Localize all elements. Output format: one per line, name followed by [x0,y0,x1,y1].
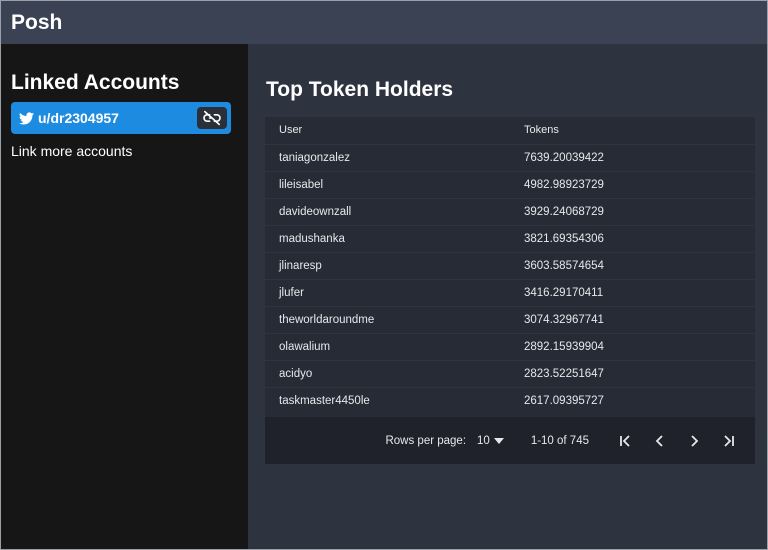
page-title: Top Token Holders [266,78,454,101]
cell-tokens: 7639.20039422 [510,143,755,171]
first-page-button[interactable] [609,424,643,458]
table-row[interactable]: jlufer 3416.29170411 [265,278,755,306]
account-info: u/dr2304957 [19,110,119,126]
token-holders-table: User Tokens taniagonzalez 7639.20039422 li… [265,117,755,414]
cell-user: taskmaster4450le [265,386,510,414]
cell-user: lileisabel [265,170,510,198]
cell-user: madushanka [265,224,510,252]
table-row[interactable]: olawalium 2892.15939904 [265,332,755,360]
unlink-account-button[interactable] [197,107,227,129]
caret-down-icon [493,437,504,444]
table-row[interactable]: acidyo 2823.52251647 [265,359,755,387]
account-username: u/dr2304957 [38,110,119,126]
rows-per-page-value: 10 [477,434,490,447]
link-more-accounts[interactable]: Link more accounts [11,143,238,159]
cell-tokens: 3821.69354306 [510,224,755,252]
cell-tokens: 2823.52251647 [510,359,755,387]
cell-tokens: 3929.24068729 [510,197,755,225]
table-row[interactable]: davideownzall 3929.24068729 [265,197,755,225]
cell-user: taniagonzalez [265,143,510,171]
table-row[interactable]: theworldaroundme 3074.32967741 [265,305,755,333]
column-header-tokens[interactable]: Tokens [510,117,755,144]
app-window: Posh Linked Accounts u/dr2304957 Link mo… [0,0,768,550]
cell-user: olawalium [265,332,510,360]
pagination-range: 1-10 of 745 [530,434,589,447]
table-row[interactable]: lileisabel 4982.98923729 [265,170,755,198]
cell-user: theworldaroundme [265,305,510,333]
last-page-icon [724,434,734,447]
cell-tokens: 3603.58574654 [510,251,755,279]
column-header-user[interactable]: User [265,117,510,144]
cell-user: jlufer [265,278,510,306]
rows-per-page-select[interactable]: 10 [477,435,504,447]
table-row[interactable]: taskmaster4450le 2617.09395727 [265,386,755,414]
pagination-bar: Rows per page: 10 1-10 of 745 [265,417,755,464]
cell-user: acidyo [265,359,510,387]
cell-tokens: 4982.98923729 [510,170,755,198]
cell-user: davideownzall [265,197,510,225]
rows-per-page-label: Rows per page: [385,434,467,447]
table-header-row: User Tokens [265,117,755,144]
chevron-right-icon [691,434,699,447]
chevron-left-icon [655,434,663,447]
cell-user: jlinaresp [265,251,510,279]
twitter-icon [19,111,34,124]
cell-tokens: 3416.29170411 [510,278,755,306]
app-title: Posh [11,10,63,34]
table-row[interactable]: jlinaresp 3603.58574654 [265,251,755,279]
linked-account-card: u/dr2304957 [11,102,231,134]
cell-tokens: 2892.15939904 [510,332,755,360]
sidebar-heading: Linked Accounts [11,71,180,94]
table-row[interactable]: madushanka 3821.69354306 [265,224,755,252]
sidebar: Linked Accounts u/dr2304957 Link more ac… [1,44,248,549]
table-row[interactable]: taniagonzalez 7639.20039422 [265,143,755,171]
last-page-button[interactable] [711,424,745,458]
token-holders-table-card: User Tokens taniagonzalez 7639.20039422 li… [265,117,755,464]
previous-page-button[interactable] [643,424,677,458]
main-content: Top Token Holders User Tokens taniagonza… [248,44,767,549]
cell-tokens: 2617.09395727 [510,386,755,414]
next-page-button[interactable] [677,424,711,458]
first-page-icon [620,434,630,447]
unlink-icon [203,110,221,126]
top-bar: Posh [1,1,767,44]
cell-tokens: 3074.32967741 [510,305,755,333]
